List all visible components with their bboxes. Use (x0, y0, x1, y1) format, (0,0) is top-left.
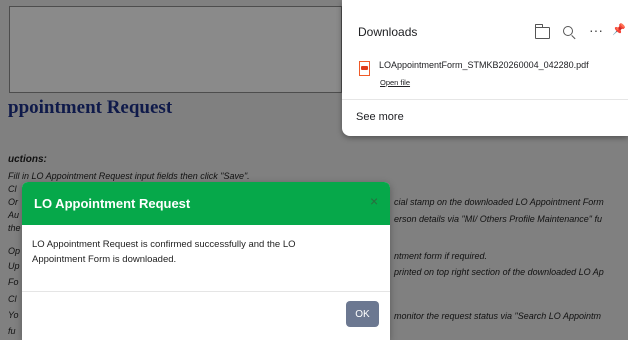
instruction-line: cial stamp on the downloaded LO Appointm… (394, 197, 604, 207)
instruction-line: Fo (8, 277, 19, 287)
dialog-divider (22, 291, 390, 292)
instruction-line: Yo (8, 310, 19, 320)
page-title: ppointment Request (8, 97, 173, 118)
instruction-line: Cl (8, 184, 17, 194)
dialog-header: LO Appointment Request × (22, 182, 390, 225)
instruction-line: fu (8, 326, 16, 336)
download-file-name[interactable]: LOAppointmentForm_STMKB20260004_042280.p… (379, 60, 589, 70)
instruction-line: erson details via "MI/ Others Profile Ma… (394, 214, 602, 224)
pdf-file-icon (359, 61, 370, 76)
see-more-link[interactable]: See more (356, 111, 404, 123)
open-file-link[interactable]: Open file (380, 78, 410, 87)
dialog-message: LO Appointment Request is confirmed succ… (32, 239, 296, 265)
header-panel (9, 6, 342, 93)
instruction-line: Fill in LO Appointment Request input fie… (8, 171, 250, 181)
downloads-divider (342, 99, 628, 100)
downloads-panel: Downloads ··· 📌 LOAppointmentForm_STMKB2… (342, 0, 628, 136)
instruction-line: monitor the request status via "Search L… (394, 311, 601, 321)
instruction-line: Or (8, 197, 18, 207)
more-icon[interactable]: ··· (587, 22, 605, 38)
close-icon[interactable]: × (370, 193, 378, 209)
search-icon[interactable] (563, 26, 573, 36)
downloads-title: Downloads (358, 25, 418, 39)
instruction-line: Up (8, 261, 20, 271)
instruction-line: printed on top right section of the down… (394, 267, 604, 277)
instruction-line: Au (8, 210, 20, 220)
folder-icon[interactable] (535, 24, 550, 39)
instruction-line: ntment form if required. (394, 251, 488, 261)
dialog-title: LO Appointment Request (34, 196, 191, 211)
instruction-line: Cl (8, 294, 17, 304)
instruction-line: the (8, 223, 21, 233)
pin-icon[interactable]: 📌 (610, 22, 628, 38)
instruction-line: Op (8, 246, 21, 256)
instructions-label: uctions: (8, 154, 47, 165)
confirmation-dialog: LO Appointment Request × LO Appointment … (22, 182, 390, 340)
ok-button[interactable]: OK (346, 301, 379, 327)
